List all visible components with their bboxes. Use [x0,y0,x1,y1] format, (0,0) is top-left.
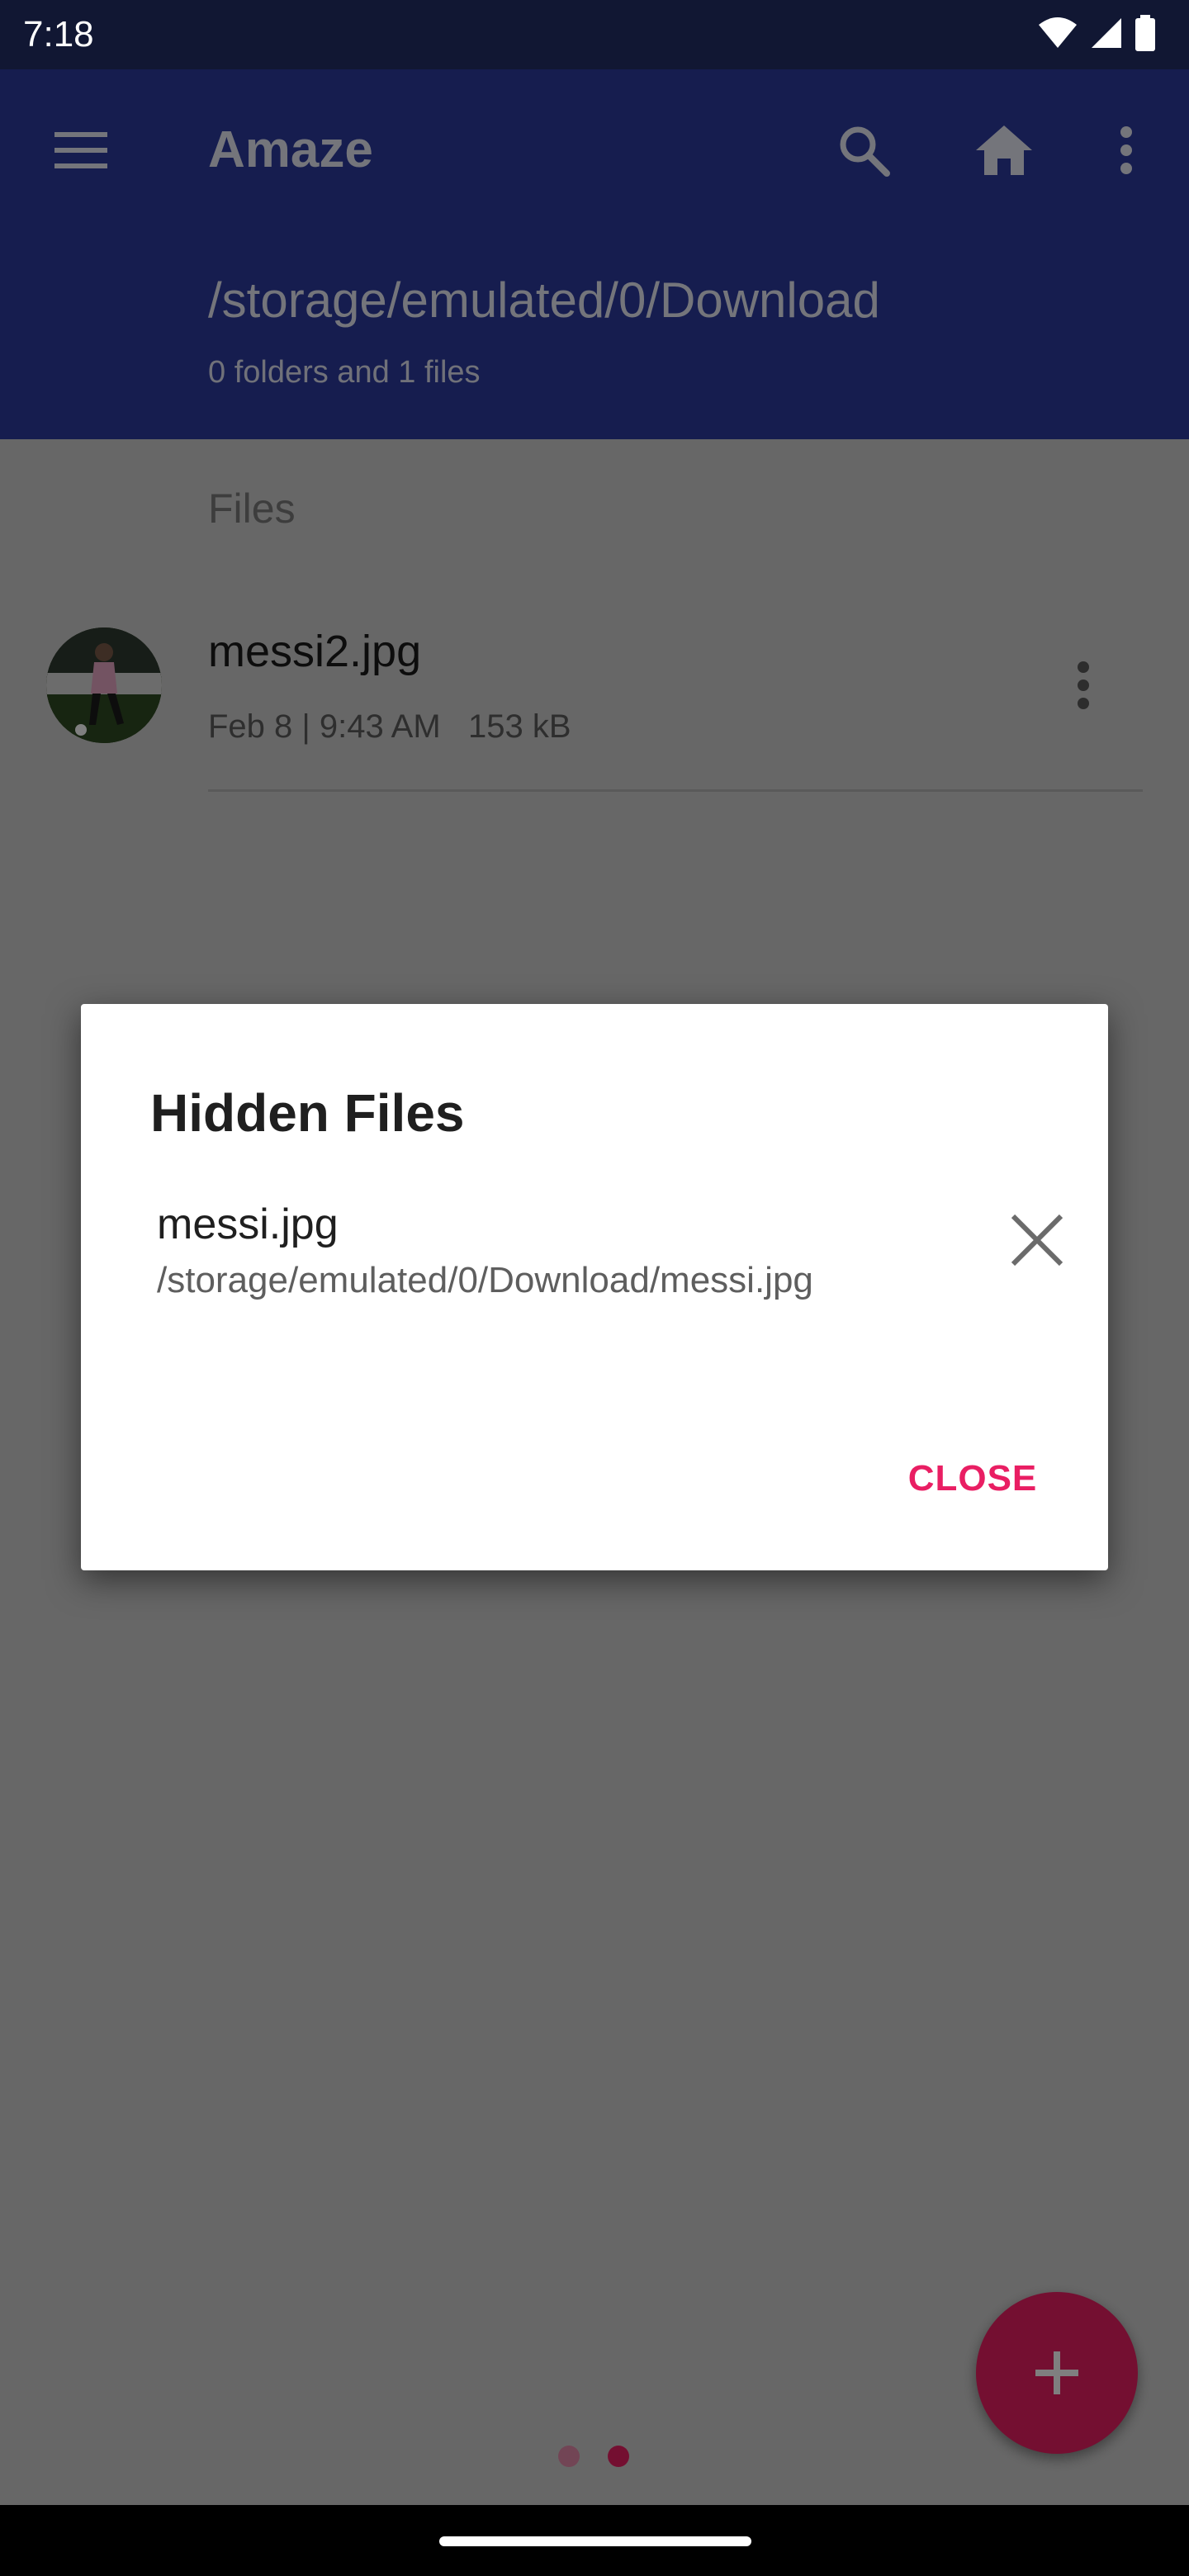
navigation-bar [0,2505,1189,2576]
signal-icon [1090,17,1123,54]
battery-icon [1135,14,1156,55]
hidden-file-name[interactable]: messi.jpg [157,1197,339,1252]
hidden-files-dialog: Hidden Files messi.jpg /storage/emulated… [81,1004,1108,1570]
status-time: 7:18 [23,14,94,54]
dialog-title: Hidden Files [150,1083,465,1143]
status-icons [1037,14,1156,55]
status-bar: 7:18 [0,0,1189,69]
close-button[interactable]: CLOSE [882,1433,1063,1524]
wifi-icon [1037,17,1078,54]
close-icon[interactable] [997,1200,1077,1280]
hidden-file-path: /storage/emulated/0/Download/messi.jpg [157,1260,813,1300]
home-gesture-handle[interactable] [439,2536,751,2546]
